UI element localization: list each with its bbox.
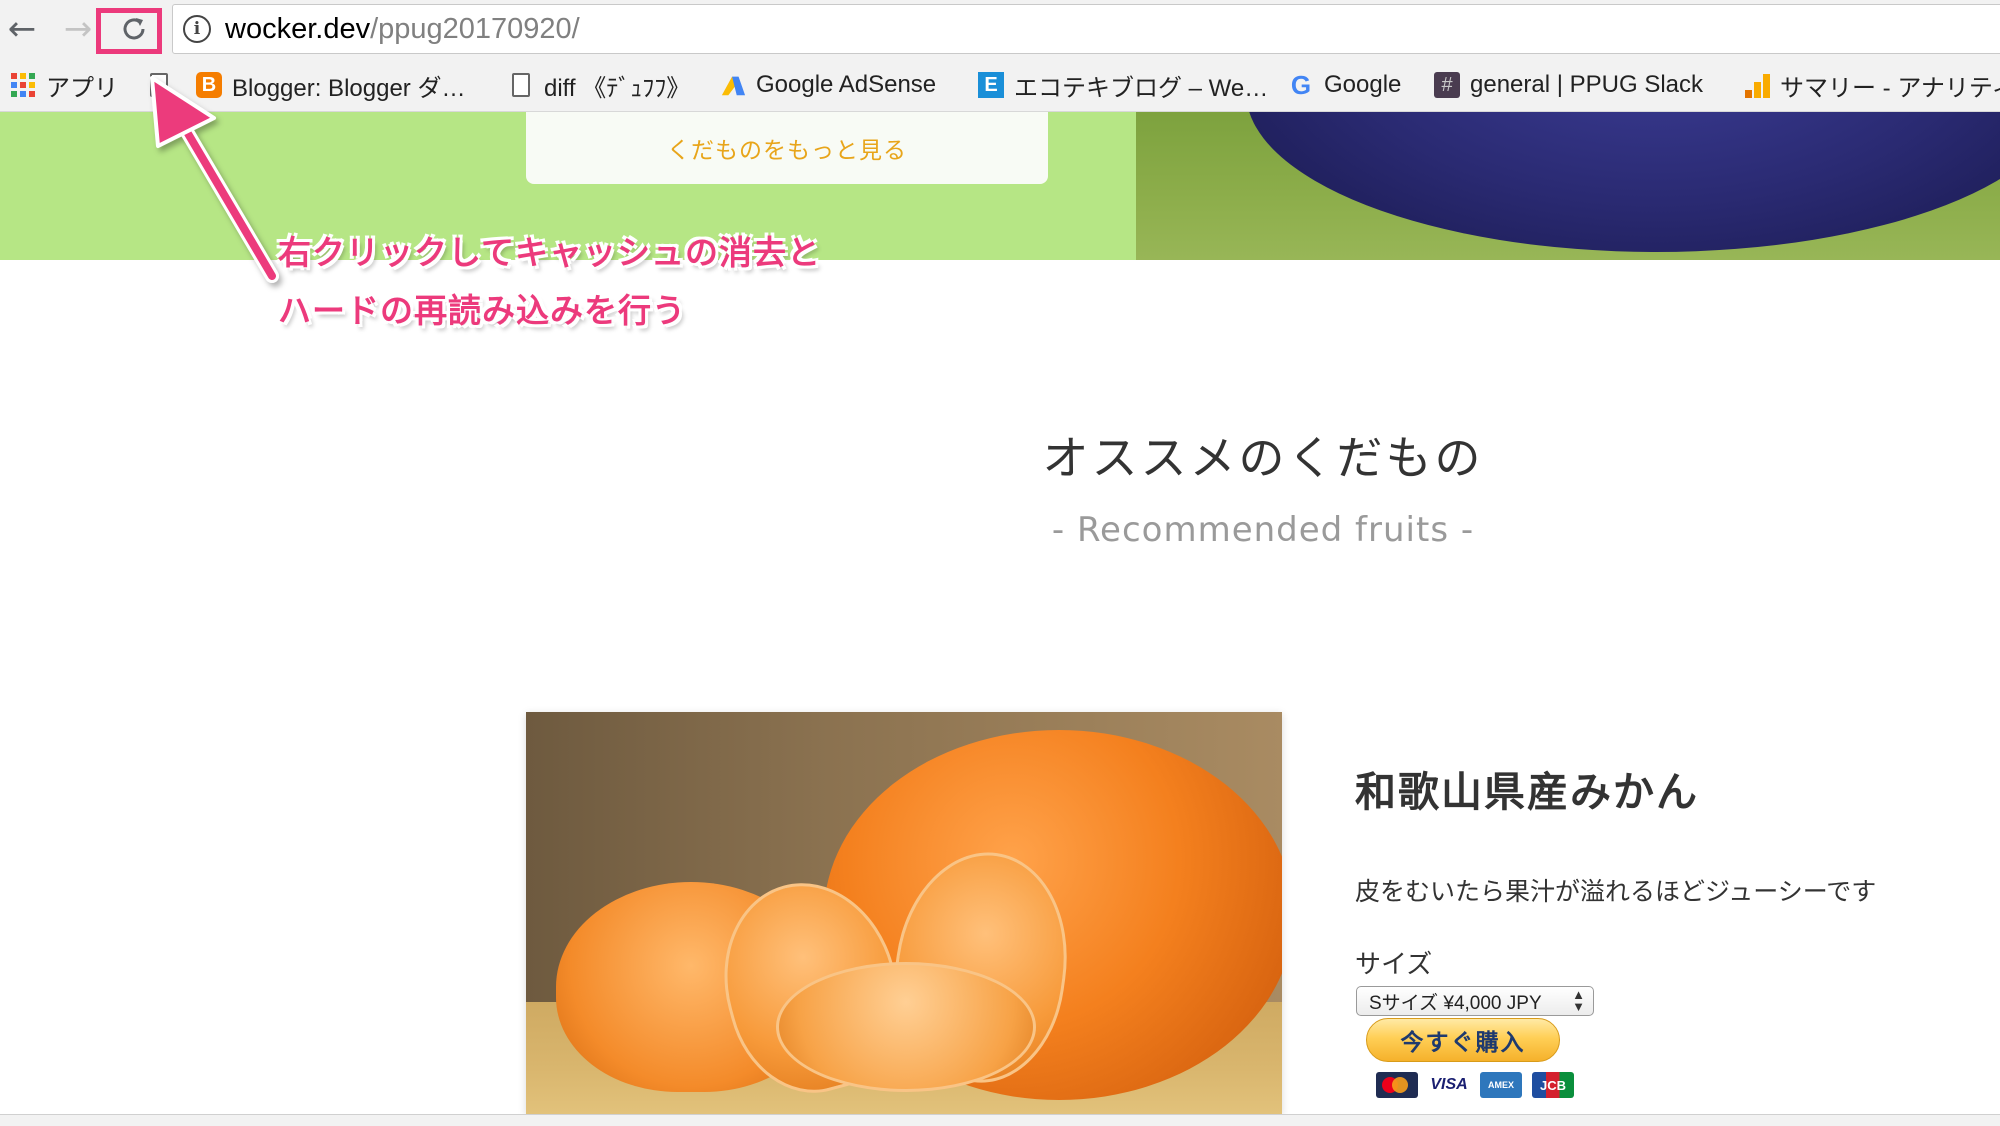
bookmark-google[interactable]: G Google: [1288, 58, 1402, 112]
page-icon: [508, 72, 534, 98]
section-subtitle: - Recommended fruits -: [1051, 510, 1475, 550]
bookmark-label: サマリー - アナリティ: [1780, 74, 2000, 102]
url-text[interactable]: wocker.dev/ppug20170920/: [225, 13, 580, 46]
google-icon: G: [1290, 69, 1312, 100]
e-icon: E: [978, 72, 1004, 98]
address-bar[interactable]: i wocker.dev/ppug20170920/: [172, 4, 2000, 54]
analytics-icon: [1744, 72, 1770, 98]
bookmark-label: エコテキブログ – We…: [1014, 74, 1269, 102]
payment-cards: VISA AMEX JCB: [1376, 1072, 1574, 1098]
bookmark-apps[interactable]: アプリ: [10, 58, 118, 112]
bookmarks-bar: アプリ B Blogger: Blogger ダ… diff 《ﾃﾞｭﾌﾌ》 G…: [0, 58, 2000, 112]
bookmark-diff[interactable]: diff 《ﾃﾞｭﾌﾌ》: [508, 58, 690, 112]
product-name: 和歌山県産みかん: [1355, 768, 1699, 816]
annotation-line-1: 右クリックしてキャッシュの消去と: [278, 233, 822, 272]
page-icon: [146, 72, 172, 98]
url-path: /ppug20170920/: [370, 12, 580, 45]
annotation-line-2: ハードの再読み込みを行う: [278, 291, 686, 330]
bookmark-label: diff 《ﾃﾞｭﾌﾌ》: [544, 74, 691, 102]
mastercard-icon: [1376, 1072, 1418, 1098]
bookmark-label: Google: [1324, 71, 1402, 98]
browser-toolbar: ← → i wocker.dev/ppug20170920/: [0, 0, 2000, 58]
buy-now-button[interactable]: 今すぐ購入: [1366, 1018, 1560, 1062]
jcb-icon: JCB: [1532, 1072, 1574, 1098]
window-bottom-edge: [0, 1114, 2000, 1126]
bookmark-ecotech[interactable]: E エコテキブログ – We…: [978, 58, 1268, 112]
bookmark-page[interactable]: [146, 58, 182, 112]
size-select[interactable]: Sサイズ ¥4,000 JPY ▲ ▼: [1356, 986, 1594, 1016]
product-image: [526, 712, 1282, 1114]
blogger-icon: B: [196, 72, 222, 98]
amex-icon: AMEX: [1480, 1072, 1522, 1098]
visa-icon: VISA: [1430, 1076, 1468, 1093]
bookmark-label: Google AdSense: [756, 71, 937, 98]
forward-arrow-icon[interactable]: →: [56, 8, 100, 50]
orange-segment: [776, 962, 1036, 1092]
reload-highlight-box: [96, 8, 162, 54]
more-fruits-button[interactable]: くだものをもっと見る: [526, 112, 1048, 184]
bookmark-label: アプリ: [46, 74, 118, 102]
slack-hash-icon: #: [1434, 72, 1460, 98]
bowl-shape: [1246, 112, 2000, 252]
bookmark-label: general | PPUG Slack: [1470, 71, 1704, 98]
select-updown-icon: ▲ ▼: [1572, 987, 1585, 1014]
size-label: サイズ: [1355, 950, 1433, 980]
bookmark-adsense[interactable]: Google AdSense: [720, 58, 936, 112]
product-description: 皮をむいたら果汁が溢れるほどジューシーです: [1355, 877, 1877, 906]
bookmark-blogger[interactable]: B Blogger: Blogger ダ…: [196, 58, 465, 112]
bookmark-slack[interactable]: # general | PPUG Slack: [1434, 58, 1703, 112]
bookmark-label: Blogger: Blogger ダ…: [232, 74, 466, 102]
section-title: オススメのくだもの: [1042, 431, 1484, 485]
back-arrow-icon[interactable]: ←: [0, 8, 44, 50]
apps-grid-icon: [10, 72, 36, 98]
hero-bowl-photo: [1136, 112, 2000, 260]
info-icon[interactable]: i: [183, 15, 211, 43]
bookmark-analytics[interactable]: サマリー - アナリティ: [1744, 58, 2000, 112]
size-selected-value: Sサイズ ¥4,000 JPY: [1369, 992, 1542, 1014]
adsense-icon: [720, 72, 746, 98]
url-host: wocker.dev: [225, 12, 371, 45]
